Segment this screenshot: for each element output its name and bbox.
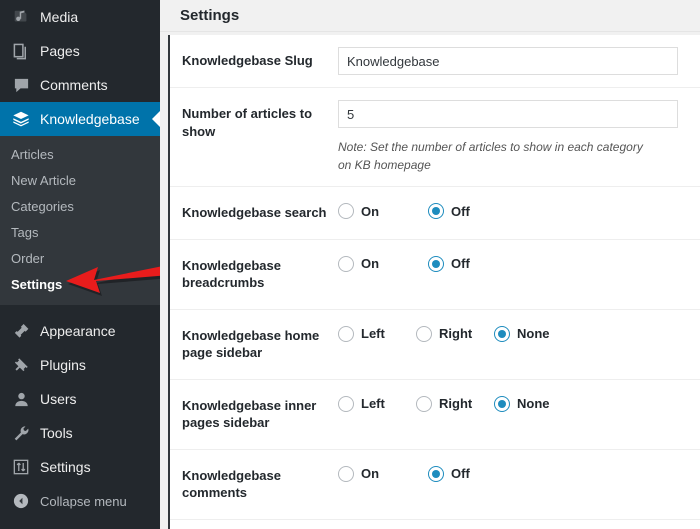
content-area: Settings Knowledgebase Slug Number of ar…: [160, 0, 700, 529]
inner-sidebar-radio-left[interactable]: Left: [338, 395, 416, 412]
sidebar-item-knowledgebase[interactable]: Knowledgebase: [0, 102, 160, 136]
inner-sidebar-radio-right[interactable]: Right: [416, 395, 494, 412]
home-sidebar-radio-none[interactable]: None: [494, 325, 550, 342]
comments-icon: [11, 75, 31, 95]
field-label-search: Knowledgebase search: [182, 205, 327, 220]
search-radio-off[interactable]: Off: [428, 203, 470, 219]
tools-icon: [11, 423, 31, 443]
sidebar-subitem-new-article[interactable]: New Article: [0, 168, 160, 194]
radio-circle-icon: [416, 325, 432, 342]
sidebar-subitem-articles[interactable]: Articles: [0, 142, 160, 168]
sidebar-subitem-order[interactable]: Order: [0, 246, 160, 272]
settings-form-table: Knowledgebase Slug Number of articles to…: [170, 35, 700, 529]
sidebar-item-settings[interactable]: Settings: [0, 450, 160, 484]
radio-circle-icon: [428, 203, 444, 219]
sidebar-item-label: Media: [40, 9, 79, 25]
page-header: Settings: [160, 0, 700, 32]
admin-sidebar: Media Pages Comments Knowledgebase Artic…: [0, 0, 170, 529]
table-row-home-sidebar: Knowledgebase home page sidebar Left Rig…: [170, 309, 700, 379]
plugins-icon: [11, 355, 31, 375]
field-label-comments: Knowledgebase comments: [182, 467, 281, 501]
table-row-articles-count: Number of articles to show Note: Set the…: [170, 87, 700, 187]
radio-circle-icon: [338, 395, 354, 412]
field-label-inner-sidebar: Knowledgebase inner pages sidebar: [182, 397, 317, 431]
sidebar-item-users[interactable]: Users: [0, 382, 160, 416]
sidebar-item-media[interactable]: Media: [0, 0, 160, 34]
breadcrumbs-radio-group: On Off: [338, 252, 700, 272]
radio-circle-icon: [494, 395, 510, 412]
knowledgebase-icon: [11, 109, 31, 129]
appearance-icon: [11, 321, 31, 341]
users-icon: [11, 389, 31, 409]
breadcrumbs-radio-off[interactable]: Off: [428, 255, 470, 272]
home-sidebar-radio-right[interactable]: Right: [416, 325, 494, 342]
sidebar-item-label: Users: [40, 391, 77, 407]
radio-circle-icon: [338, 203, 354, 219]
radio-circle-icon: [338, 465, 354, 482]
pages-icon: [11, 41, 31, 61]
articles-count-input[interactable]: [338, 100, 678, 128]
comments-radio-group: On Off: [338, 462, 700, 482]
search-radio-on[interactable]: On: [338, 203, 428, 219]
knowledgebase-slug-input[interactable]: [338, 47, 678, 75]
sidebar-item-appearance[interactable]: Appearance: [0, 314, 160, 348]
search-radio-group: On Off: [338, 199, 700, 219]
media-icon: [11, 7, 31, 27]
articles-count-note: Note: Set the number of articles to show…: [338, 140, 643, 172]
collapse-arrow-icon: [11, 493, 31, 509]
table-row-comments: Knowledgebase comments On Off: [170, 449, 700, 519]
collapse-menu-button[interactable]: Collapse menu: [0, 484, 160, 518]
knowledgebase-submenu: Articles New Article Categories Tags Ord…: [0, 136, 160, 305]
menu-separator: [0, 305, 160, 314]
field-label-home-sidebar: Knowledgebase home page sidebar: [182, 327, 320, 361]
table-row-breadcrumbs: Knowledgebase breadcrumbs On Off: [170, 239, 700, 309]
breadcrumbs-radio-on[interactable]: On: [338, 255, 428, 272]
radio-circle-icon: [494, 325, 510, 342]
table-row-theme-color: Knowledgebase theme color Select Color: [170, 519, 700, 529]
sidebar-subitem-settings[interactable]: Settings: [0, 272, 160, 298]
sidebar-item-label: Appearance: [40, 323, 116, 339]
comments-radio-off[interactable]: Off: [428, 465, 470, 482]
sidebar-item-plugins[interactable]: Plugins: [0, 348, 160, 382]
radio-circle-icon: [416, 395, 432, 412]
settings-icon: [11, 457, 31, 477]
table-row-search: Knowledgebase search On Off: [170, 186, 700, 240]
home-sidebar-radio-left[interactable]: Left: [338, 325, 416, 342]
settings-panel: Knowledgebase Slug Number of articles to…: [168, 35, 700, 529]
field-label-articles-count: Number of articles to show: [182, 106, 313, 139]
sidebar-item-label: Plugins: [40, 357, 86, 373]
home-sidebar-radio-group: Left Right None: [338, 322, 700, 342]
collapse-menu-label: Collapse menu: [40, 493, 127, 509]
radio-circle-icon: [338, 325, 354, 342]
field-label-slug: Knowledgebase Slug: [182, 53, 313, 68]
inner-sidebar-radio-none[interactable]: None: [494, 395, 550, 412]
table-row-inner-sidebar: Knowledgebase inner pages sidebar Left R…: [170, 379, 700, 449]
radio-circle-icon: [428, 255, 444, 272]
radio-circle-icon: [338, 255, 354, 272]
sidebar-item-comments[interactable]: Comments: [0, 68, 160, 102]
field-label-breadcrumbs: Knowledgebase breadcrumbs: [182, 257, 281, 291]
sidebar-item-label: Tools: [40, 425, 73, 441]
sidebar-item-label: Knowledgebase: [40, 111, 140, 127]
sidebar-subitem-categories[interactable]: Categories: [0, 194, 160, 220]
sidebar-item-label: Settings: [40, 459, 91, 475]
sidebar-subitem-tags[interactable]: Tags: [0, 220, 160, 246]
table-row-slug: Knowledgebase Slug: [170, 35, 700, 88]
sidebar-item-label: Pages: [40, 43, 80, 59]
sidebar-item-label: Comments: [40, 77, 108, 93]
sidebar-item-pages[interactable]: Pages: [0, 34, 160, 68]
sidebar-item-tools[interactable]: Tools: [0, 416, 160, 450]
comments-radio-on[interactable]: On: [338, 465, 428, 482]
page-title: Settings: [180, 7, 240, 24]
field-label-theme-color: Knowledgebase theme color: [170, 519, 338, 529]
inner-sidebar-radio-group: Left Right None: [338, 392, 700, 412]
radio-circle-icon: [428, 465, 444, 482]
